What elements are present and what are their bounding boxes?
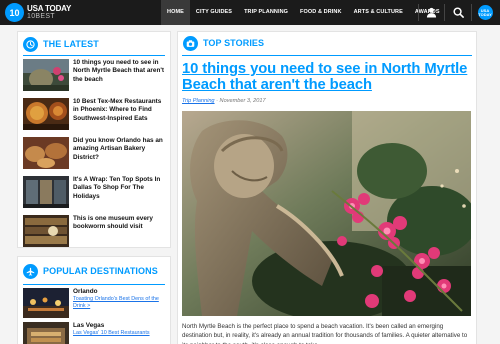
list-item[interactable]: Las Vegas Las Vegas' 10 Best Restaurants	[23, 322, 167, 344]
nav-city-guides[interactable]: CITY GUIDES	[190, 0, 238, 25]
destination-city[interactable]: Las Vegas	[73, 322, 150, 330]
logo-line-2: 10BEST	[27, 12, 55, 20]
latest-card: THE LATEST 10 things you need to see in …	[17, 31, 171, 248]
top-stories-heading: TOP STORIES	[203, 38, 265, 48]
destinations-heading: POPULAR DESTINATIONS	[43, 266, 158, 276]
site-logo[interactable]: 10 USA TODAY 10BEST	[5, 3, 71, 22]
list-item-title[interactable]: 10 things you need to see in North Myrtl…	[73, 59, 167, 91]
list-item[interactable]: Orlando Toasting Orlando's Best Dens of …	[23, 288, 167, 318]
destinations-card: POPULAR DESTINATIONS Orlando Toasting Or…	[17, 256, 171, 344]
user-icon[interactable]	[419, 0, 443, 25]
nav-trip-planning[interactable]: TRIP PLANNING	[238, 0, 294, 25]
list-item[interactable]: 10 things you need to see in North Myrtl…	[23, 59, 167, 91]
thumbnail-image[interactable]	[23, 98, 69, 130]
article-body: North Myrtle Beach is the perfect place …	[182, 323, 468, 344]
list-item-title[interactable]: It's A Wrap: Ten Top Spots In Dallas To …	[73, 176, 167, 208]
nav-arts-culture[interactable]: ARTS & CULTURE	[348, 0, 409, 25]
destination-link[interactable]: Las Vegas' 10 Best Restaurants	[73, 330, 150, 337]
destination-link[interactable]: Toasting Orlando's Best Dens of the Drin…	[73, 296, 167, 310]
top-header: 10 USA TODAY 10BEST HOME CITY GUIDES TRI…	[0, 0, 500, 25]
thumbnail-image[interactable]	[23, 137, 69, 169]
thumbnail-image[interactable]	[23, 288, 69, 318]
hero-image[interactable]	[182, 111, 471, 316]
thumbnail-image[interactable]	[23, 322, 69, 344]
thumbnail-image[interactable]	[23, 59, 69, 91]
list-item-title[interactable]: This is one museum every bookworm should…	[73, 215, 167, 247]
logo-line-1: USA TODAY	[27, 3, 72, 13]
list-item-title[interactable]: Did you know Orlando has an amazing Arti…	[73, 137, 167, 169]
thumbnail-image[interactable]	[23, 176, 69, 208]
main-nav: HOME CITY GUIDES TRIP PLANNING FOOD & DR…	[161, 0, 446, 25]
list-item[interactable]: This is one museum every bookworm should…	[23, 215, 167, 247]
usa-today-badge[interactable]: USA TODAY	[473, 0, 497, 25]
latest-heading: THE LATEST	[43, 39, 99, 49]
camera-icon	[183, 35, 198, 51]
list-item[interactable]: Did you know Orlando has an amazing Arti…	[23, 137, 167, 169]
list-item-title[interactable]: 10 Best Tex-Mex Restaurants in Phoenix: …	[73, 98, 167, 130]
destination-city[interactable]: Orlando	[73, 288, 167, 296]
article-headline[interactable]: 10 things you need to see in North Myrtl…	[182, 61, 468, 93]
article-byline: Trip Planning · November 3, 2017	[182, 98, 266, 104]
search-icon[interactable]	[446, 0, 470, 25]
list-item[interactable]: 10 Best Tex-Mex Restaurants in Phoenix: …	[23, 98, 167, 130]
plane-icon	[23, 263, 38, 279]
article-date: November 3, 2017	[219, 98, 266, 104]
list-item[interactable]: It's A Wrap: Ten Top Spots In Dallas To …	[23, 176, 167, 208]
section-divider	[182, 55, 472, 56]
thumbnail-image[interactable]	[23, 215, 69, 247]
nav-food-drink[interactable]: FOOD & DRINK	[294, 0, 348, 25]
article-category[interactable]: Trip Planning	[182, 98, 215, 104]
clock-icon	[23, 36, 38, 52]
nav-home[interactable]: HOME	[161, 0, 190, 25]
logo-mark: 10	[5, 3, 24, 22]
